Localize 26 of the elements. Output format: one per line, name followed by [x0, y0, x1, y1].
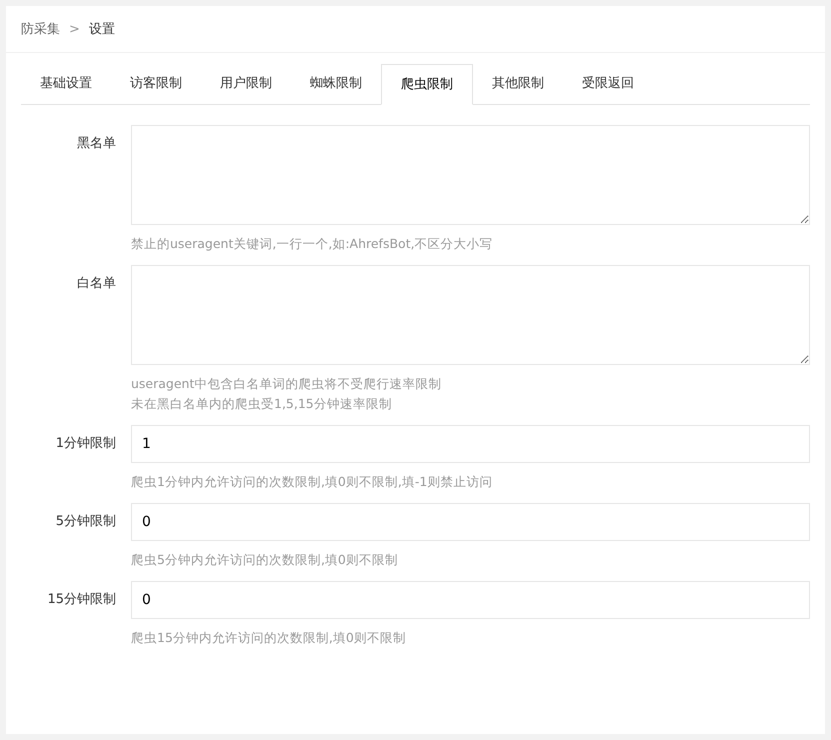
- tab[interactable]: 访客限制: [111, 64, 201, 105]
- input-field[interactable]: 0: [131, 503, 810, 541]
- help-text: 未在黑白名单内的爬虫受1,5,15分钟速率限制: [131, 395, 393, 413]
- tab[interactable]: 基础设置: [21, 64, 111, 105]
- field-label: 15分钟限制: [46, 591, 117, 609]
- help-text: 禁止的useragent关键词,一行一个,如:AhrefsBot,不区分大小写: [131, 235, 494, 253]
- input-field[interactable]: 0: [131, 581, 810, 619]
- field-label: 5分钟限制: [54, 513, 117, 531]
- help-text: 爬虫5分钟内允许访问的次数限制,填0则不限制: [131, 551, 399, 569]
- field-label: 1分钟限制: [54, 435, 117, 453]
- text-area[interactable]: [131, 125, 810, 225]
- breadcrumb-separator: >: [69, 22, 80, 36]
- tab[interactable]: 受限返回: [563, 64, 653, 105]
- help-text: 爬虫15分钟内允许访问的次数限制,填0则不限制: [131, 629, 407, 647]
- tab[interactable]: 蜘蛛限制: [291, 64, 381, 105]
- tab[interactable]: 爬虫限制: [381, 64, 473, 105]
- breadcrumb-link[interactable]: 防采集: [21, 20, 60, 38]
- text-area[interactable]: [131, 265, 810, 365]
- help-text: useragent中包含白名单词的爬虫将不受爬行速率限制: [131, 375, 442, 393]
- help-text: 爬虫1分钟内允许访问的次数限制,填0则不限制,填-1则禁止访问: [131, 473, 494, 491]
- tab[interactable]: 其他限制: [473, 64, 563, 105]
- tab[interactable]: 用户限制: [201, 64, 291, 105]
- field-label: 黑名单: [76, 135, 117, 153]
- input-field[interactable]: 1: [131, 425, 810, 463]
- breadcrumb-link[interactable]: 设置: [88, 20, 115, 38]
- field-label: 白名单: [76, 275, 117, 293]
